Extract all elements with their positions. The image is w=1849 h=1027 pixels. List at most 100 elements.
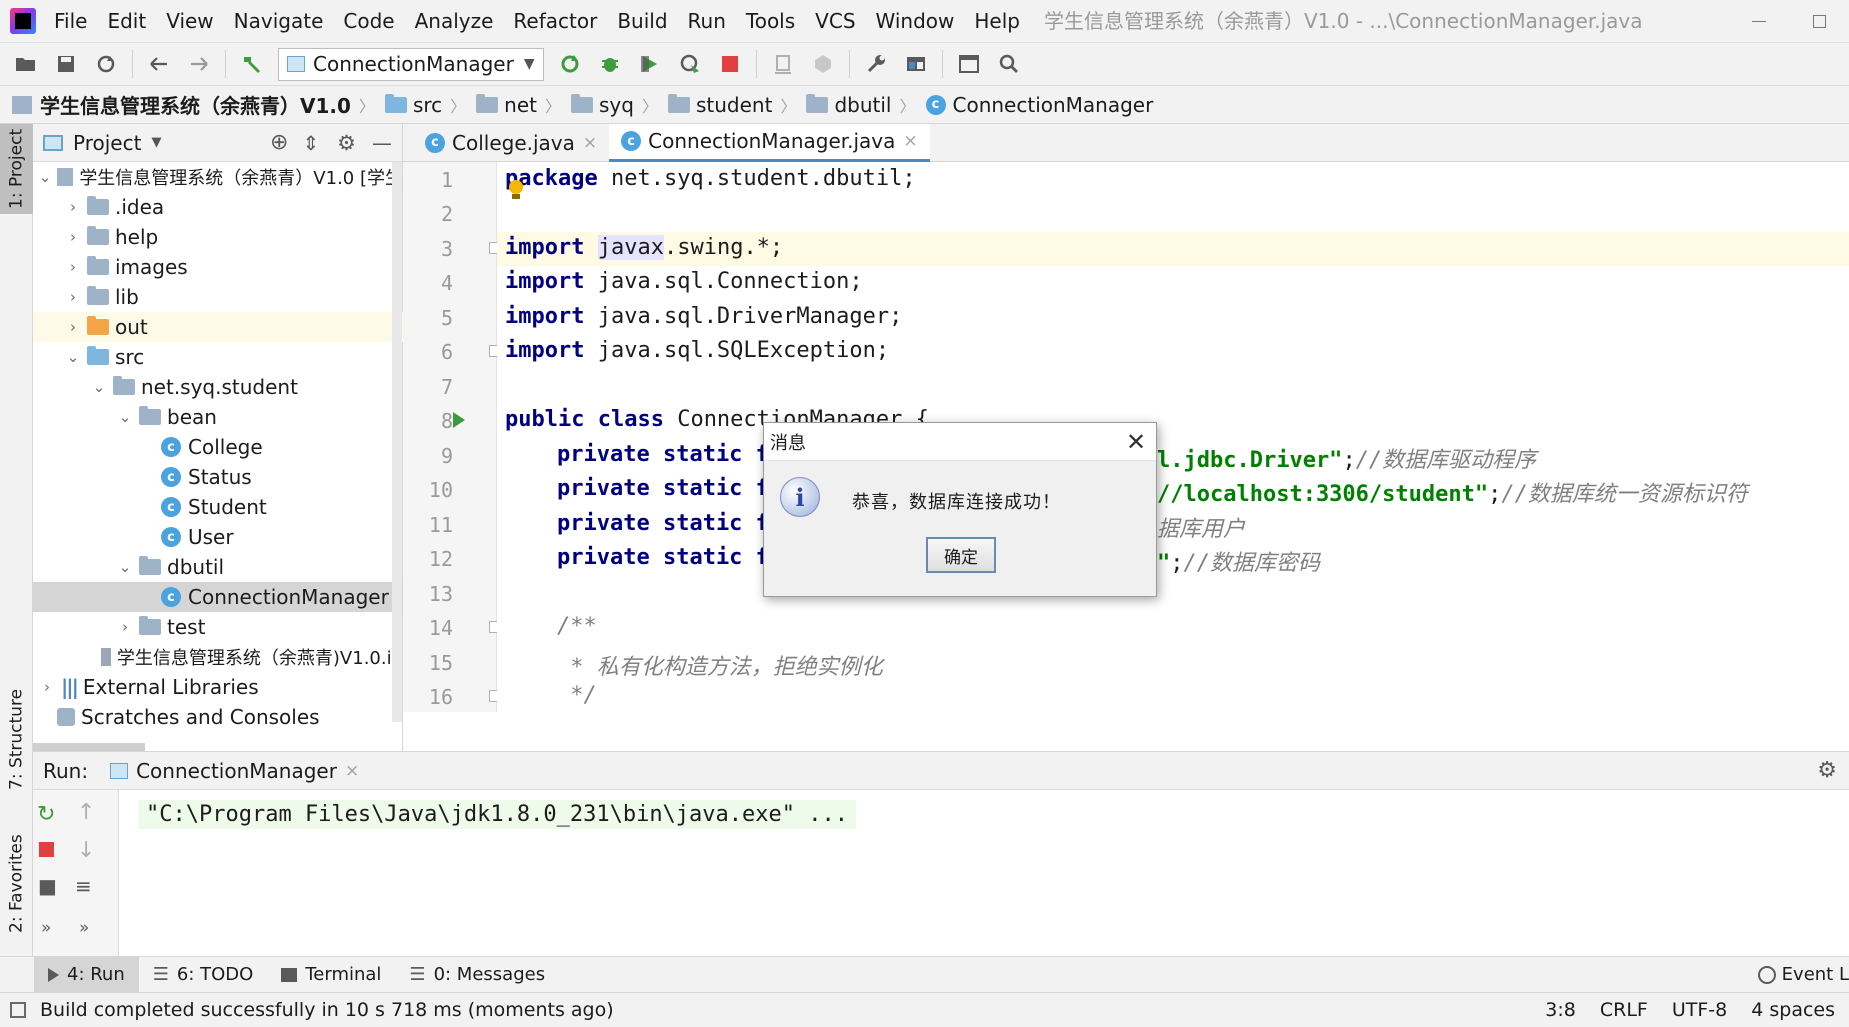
menu-view[interactable]: View bbox=[156, 0, 223, 43]
stop-icon[interactable] bbox=[713, 47, 747, 81]
menu-vcs[interactable]: VCS bbox=[805, 0, 865, 43]
run-configuration-select[interactable]: ConnectionManager ▼ bbox=[278, 47, 544, 81]
tab-event-log[interactable]: Event L bbox=[1744, 957, 1849, 993]
rerun-icon[interactable] bbox=[553, 47, 587, 81]
breadcrumb-src[interactable]: src 〉 bbox=[384, 93, 466, 117]
menu-window[interactable]: Window bbox=[866, 0, 965, 43]
tree-item-test[interactable]: › test bbox=[33, 612, 403, 642]
tree-item-module[interactable]: ⌄ 学生信息管理系统（余燕青）V1.0 [学生 bbox=[33, 162, 403, 192]
tab-run[interactable]: 4: Run bbox=[34, 956, 139, 993]
tab-college-java[interactable]: c College.java × bbox=[413, 124, 609, 162]
profile-icon[interactable] bbox=[673, 47, 707, 81]
menu-analyze[interactable]: Analyze bbox=[405, 0, 504, 43]
tree-item-help[interactable]: › help bbox=[33, 222, 403, 252]
file-encoding[interactable]: UTF-8 bbox=[1672, 999, 1727, 1021]
tree-item-college[interactable]: c College bbox=[33, 432, 403, 462]
run-with-coverage-icon[interactable] bbox=[633, 47, 667, 81]
tree-item-package[interactable]: ⌄ net.syq.student bbox=[33, 372, 403, 402]
more-chevron-icon[interactable]: » bbox=[41, 918, 51, 938]
menu-edit[interactable]: Edit bbox=[97, 0, 156, 43]
tree-item-bean[interactable]: ⌄ bean bbox=[33, 402, 403, 432]
tree-item-scratches[interactable]: Scratches and Consoles bbox=[33, 702, 403, 732]
gear-icon[interactable]: ⚙ bbox=[1817, 758, 1837, 783]
debug-bug-icon[interactable] bbox=[593, 47, 627, 81]
close-icon[interactable]: × bbox=[903, 131, 917, 151]
sync-icon[interactable] bbox=[89, 47, 123, 81]
coverage-disabled-icon[interactable] bbox=[766, 47, 800, 81]
horizontal-scrollbar[interactable] bbox=[33, 743, 145, 751]
menu-tools[interactable]: Tools bbox=[736, 0, 805, 43]
breadcrumb-dbutil[interactable]: dbutil 〉 bbox=[806, 93, 916, 117]
tree-item-connectionmanager[interactable]: c ConnectionManager bbox=[33, 582, 403, 612]
tab-terminal[interactable]: Terminal bbox=[267, 957, 395, 993]
menu-navigate[interactable]: Navigate bbox=[224, 0, 334, 43]
settings-wrench-icon[interactable] bbox=[859, 47, 893, 81]
vertical-scrollbar[interactable] bbox=[392, 162, 402, 722]
back-arrow-icon[interactable] bbox=[142, 47, 176, 81]
search-icon[interactable] bbox=[992, 47, 1026, 81]
hide-panel-icon[interactable]: — bbox=[372, 131, 392, 155]
project-view-select[interactable]: Project bbox=[73, 131, 141, 155]
status-toggle-icon[interactable] bbox=[10, 1002, 26, 1018]
tree-item-images[interactable]: › images bbox=[33, 252, 403, 282]
menu-run[interactable]: Run bbox=[678, 0, 736, 43]
menu-help[interactable]: Help bbox=[964, 0, 1030, 43]
deploy-disabled-icon[interactable] bbox=[806, 47, 840, 81]
menu-refactor[interactable]: Refactor bbox=[503, 0, 607, 43]
breadcrumb-file[interactable]: c ConnectionManager bbox=[925, 93, 1153, 117]
build-hammer-icon[interactable] bbox=[235, 47, 269, 81]
soft-wrap-icon[interactable]: ≡ bbox=[75, 874, 92, 898]
restore-icon[interactable] bbox=[1789, 0, 1849, 43]
up-arrow-icon[interactable]: ↑ bbox=[77, 800, 95, 825]
tree-item-iml[interactable]: 学生信息管理系统（余燕青)V1.0.in bbox=[33, 642, 403, 672]
terminal-window-icon[interactable] bbox=[952, 47, 986, 81]
tree-item-student[interactable]: c Student bbox=[33, 492, 403, 522]
status-message[interactable]: Build completed successfully in 10 s 718… bbox=[40, 999, 614, 1021]
tree-item-out[interactable]: › out bbox=[33, 312, 403, 342]
tab-todo[interactable]: ☰ 6: TODO bbox=[139, 957, 268, 993]
tab-structure[interactable]: 7: Structure bbox=[0, 674, 33, 804]
close-icon[interactable]: ✕ bbox=[1116, 428, 1156, 456]
tree-item-external-libraries[interactable]: › ||| External Libraries bbox=[33, 672, 403, 702]
chevron-down-icon[interactable]: ▼ bbox=[151, 135, 161, 150]
more-chevron-icon[interactable]: » bbox=[79, 918, 89, 938]
camera-icon[interactable]: ■ bbox=[38, 874, 57, 898]
menu-file[interactable]: File bbox=[44, 0, 97, 43]
open-folder-icon[interactable] bbox=[9, 47, 43, 81]
tab-connectionmanager-java[interactable]: c ConnectionManager.java × bbox=[609, 123, 930, 162]
save-all-icon[interactable] bbox=[49, 47, 83, 81]
tree-item-dbutil[interactable]: ⌄ dbutil bbox=[33, 552, 403, 582]
tree-item-idea[interactable]: › .idea bbox=[33, 192, 403, 222]
run-gutter-icon[interactable] bbox=[453, 412, 465, 428]
rerun-icon[interactable]: ↻ bbox=[37, 802, 55, 827]
close-icon[interactable]: × bbox=[583, 133, 597, 153]
breadcrumb-syq[interactable]: syq 〉 bbox=[571, 93, 658, 117]
breadcrumb-project[interactable]: 学生信息管理系统（余燕青）V1.0 〉 bbox=[12, 90, 375, 119]
locate-icon[interactable]: ⊕ bbox=[270, 130, 288, 155]
stop-icon[interactable] bbox=[39, 842, 54, 857]
tree-item-lib[interactable]: › lib bbox=[33, 282, 403, 312]
tree-item-src[interactable]: ⌄ src bbox=[33, 342, 403, 372]
tab-project[interactable]: 1: Project bbox=[0, 124, 33, 214]
tab-messages[interactable]: ☰ 0: Messages bbox=[395, 957, 559, 993]
run-tab[interactable]: ConnectionManager bbox=[136, 759, 337, 783]
tab-favorites[interactable]: 2: Favorites bbox=[0, 824, 33, 944]
tree-item-status[interactable]: c Status bbox=[33, 462, 403, 492]
lightbulb-icon[interactable] bbox=[509, 180, 525, 200]
gear-icon[interactable]: ⚙ bbox=[337, 131, 356, 155]
line-separator[interactable]: CRLF bbox=[1600, 999, 1648, 1021]
code-editor[interactable]: package net.syq.student.dbutil; import j… bbox=[497, 162, 1849, 712]
menu-build[interactable]: Build bbox=[607, 0, 677, 43]
close-icon[interactable]: × bbox=[345, 761, 359, 781]
forward-arrow-icon[interactable] bbox=[182, 47, 216, 81]
caret-position[interactable]: 3:8 bbox=[1545, 999, 1576, 1021]
indent-setting[interactable]: 4 spaces bbox=[1751, 999, 1835, 1021]
collapse-all-icon[interactable]: ⇕ bbox=[302, 131, 319, 155]
tree-item-user[interactable]: c User bbox=[33, 522, 403, 552]
breadcrumb-student[interactable]: student 〉 bbox=[667, 93, 796, 117]
down-arrow-icon[interactable]: ↓ bbox=[77, 838, 95, 863]
menu-code[interactable]: Code bbox=[333, 0, 404, 43]
ok-button[interactable]: 确定 bbox=[926, 537, 996, 573]
minimize-icon[interactable] bbox=[1729, 0, 1789, 43]
breadcrumb-net[interactable]: net 〉 bbox=[476, 93, 561, 117]
